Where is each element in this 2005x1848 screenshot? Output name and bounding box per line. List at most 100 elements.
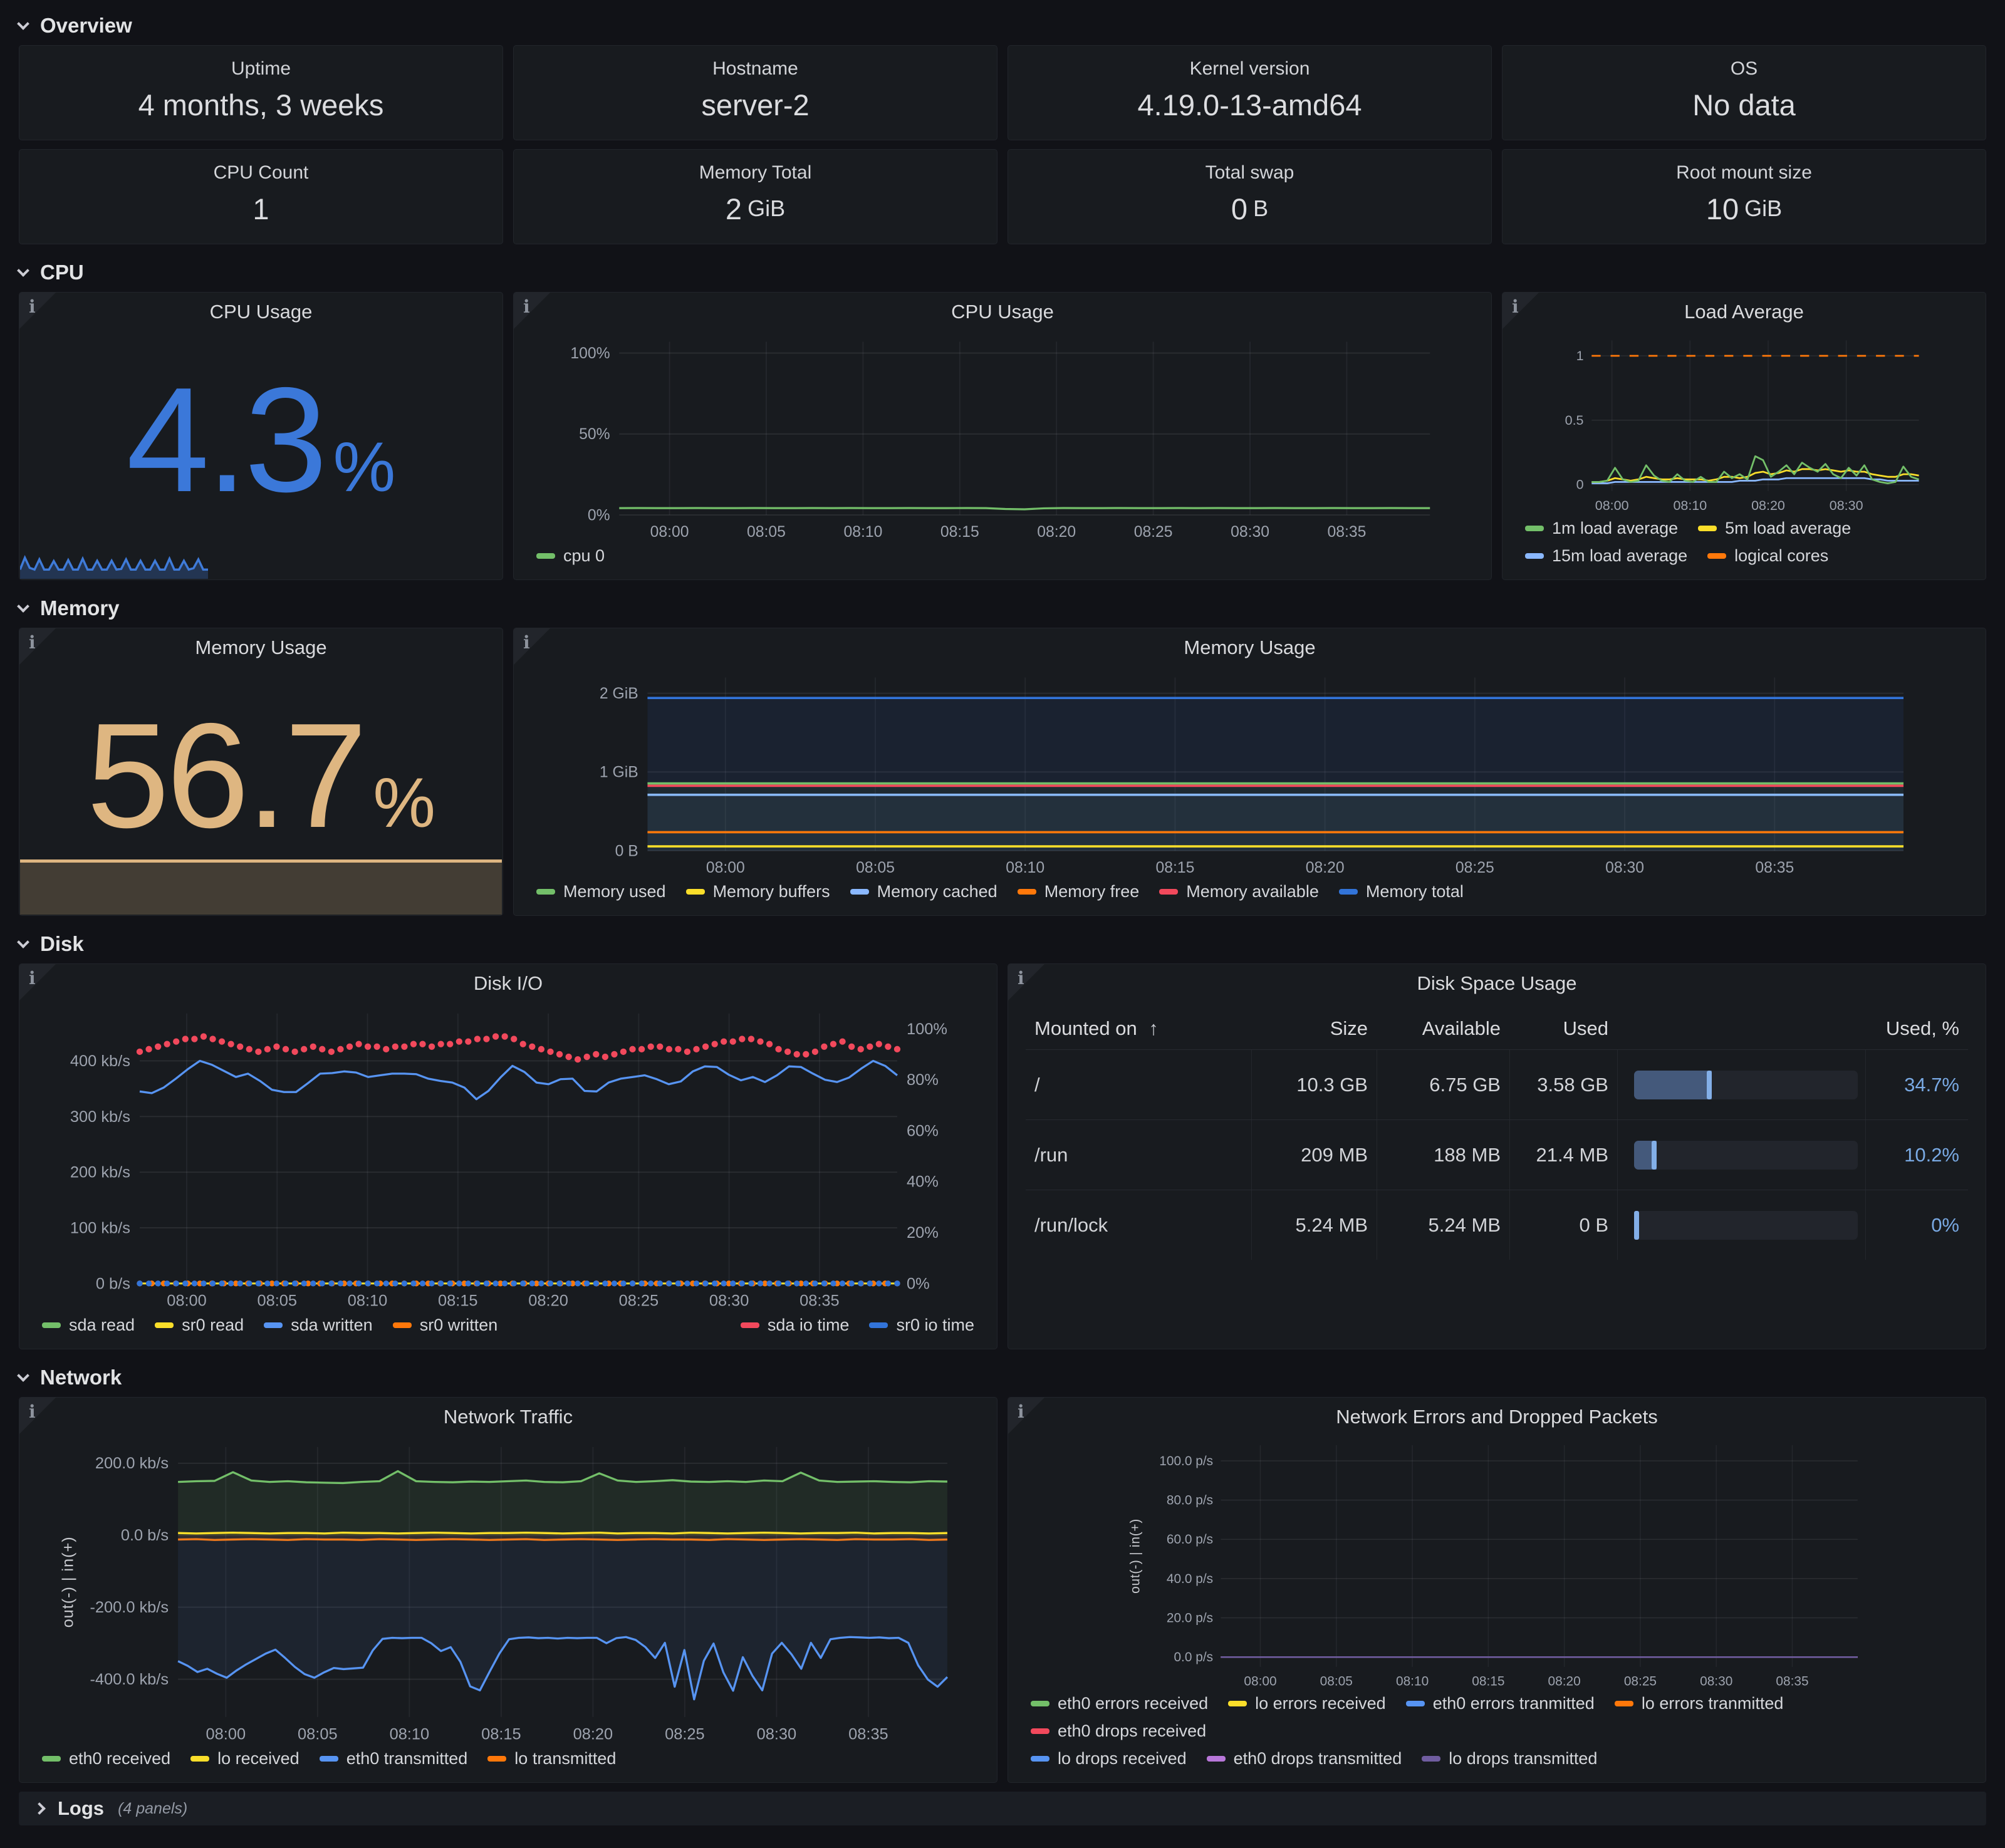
legend-item-eth0-transmitted[interactable]: eth0 transmitted bbox=[320, 1749, 468, 1768]
legend-item-memory-total[interactable]: Memory total bbox=[1339, 882, 1464, 901]
legend-item-sda-written[interactable]: sda written bbox=[264, 1316, 373, 1335]
section-header-network[interactable]: Network bbox=[19, 1358, 1986, 1397]
series-point-sda io time bbox=[474, 1036, 481, 1042]
panel-info-icon[interactable]: i bbox=[19, 1398, 56, 1434]
section-header-memory[interactable]: Memory bbox=[19, 589, 1986, 628]
panel-title[interactable]: CPU Usage bbox=[514, 293, 1491, 331]
panel-info-icon[interactable]: i bbox=[1502, 293, 1539, 329]
network-errors-chart-canvas[interactable]: 08:0008:0508:1008:1508:2008:2508:3008:35… bbox=[1008, 1436, 1986, 1690]
legend-item-eth0-drops-transmitted[interactable]: eth0 drops transmitted bbox=[1207, 1749, 1402, 1768]
panel-info-icon[interactable]: i bbox=[1008, 1398, 1044, 1434]
panel-title[interactable]: CPU Count bbox=[19, 150, 503, 184]
legend-item-eth0-errors-tranmitted[interactable]: eth0 errors tranmitted bbox=[1406, 1694, 1595, 1713]
legend-item-sda-io-time[interactable]: sda io time bbox=[741, 1316, 850, 1335]
panel-network-errors: i Network Errors and Dropped Packets 08:… bbox=[1008, 1397, 1986, 1783]
legend-item-15m-load-average[interactable]: 15m load average bbox=[1525, 546, 1687, 566]
legend-swatch bbox=[1031, 1728, 1049, 1734]
x-axis-tick-label: 08:00 bbox=[650, 524, 689, 541]
legend-item-eth0-drops-received[interactable]: eth0 drops received bbox=[1031, 1721, 1206, 1741]
column-header-mounted-on[interactable]: Mounted on ↑ bbox=[1026, 1017, 1251, 1040]
legend-swatch bbox=[1031, 1701, 1049, 1706]
legend-item-5m-load-average[interactable]: 5m load average bbox=[1698, 519, 1851, 538]
panel-title[interactable]: Disk I/O bbox=[19, 964, 997, 1003]
panel-title[interactable]: Hostname bbox=[514, 46, 997, 80]
panel-title[interactable]: Memory Total bbox=[514, 150, 997, 184]
stat-value: No data bbox=[1502, 80, 1986, 140]
y-axis-tick-label: 50% bbox=[579, 426, 610, 443]
panel-title[interactable]: Kernel version bbox=[1008, 46, 1491, 80]
legend-item-logical-cores[interactable]: logical cores bbox=[1707, 546, 1828, 566]
table-header-row: Mounted on ↑SizeAvailableUsed Used, % bbox=[1026, 1008, 1968, 1049]
panel-info-icon[interactable]: i bbox=[19, 628, 56, 665]
legend-item-memory-buffers[interactable]: Memory buffers bbox=[686, 882, 830, 901]
legend-item-memory-free[interactable]: Memory free bbox=[1018, 882, 1140, 901]
series-point-sr0 io time bbox=[338, 1280, 343, 1286]
legend-item-memory-cached[interactable]: Memory cached bbox=[850, 882, 997, 901]
legend-item-eth0-received[interactable]: eth0 received bbox=[42, 1749, 170, 1768]
panel-info-icon[interactable]: i bbox=[514, 293, 550, 329]
legend-item-sr0-written[interactable]: sr0 written bbox=[393, 1316, 498, 1335]
legend-item-cpu-0[interactable]: cpu 0 bbox=[536, 546, 605, 566]
load-average-chart-canvas[interactable]: 08:0008:1008:2008:3000.51 bbox=[1502, 331, 1986, 515]
panel-info-icon[interactable]: i bbox=[1008, 964, 1044, 1000]
legend-item-sr0-io-time[interactable]: sr0 io time bbox=[869, 1316, 974, 1335]
legend-item-sda-read[interactable]: sda read bbox=[42, 1316, 135, 1335]
legend-item-1m-load-average[interactable]: 1m load average bbox=[1525, 519, 1678, 538]
disk-io-chart-canvas[interactable]: 08:0008:0508:1008:1508:2008:2508:3008:35… bbox=[19, 1003, 997, 1312]
mount-cell: /run/lock bbox=[1026, 1214, 1251, 1237]
panel-info-icon[interactable]: i bbox=[19, 293, 56, 329]
series-point-sda io time bbox=[748, 1036, 754, 1042]
panel-info-icon[interactable]: i bbox=[19, 964, 56, 1000]
available-cell: 6.75 GB bbox=[1377, 1050, 1509, 1119]
panel-title[interactable]: Memory Usage bbox=[514, 628, 1986, 667]
legend-item-lo-drops-received[interactable]: lo drops received bbox=[1031, 1749, 1187, 1768]
legend-item-lo-errors-received[interactable]: lo errors received bbox=[1228, 1694, 1386, 1713]
section-header-cpu[interactable]: CPU bbox=[19, 253, 1986, 292]
column-header-used-pct[interactable]: Used, % bbox=[1865, 1008, 1968, 1049]
series-point-sda io time bbox=[191, 1036, 197, 1042]
legend-item-lo-errors-tranmitted[interactable]: lo errors tranmitted bbox=[1615, 1694, 1784, 1713]
cpu-usage-chart-canvas[interactable]: 08:0008:0508:1008:1508:2008:2508:3008:35… bbox=[514, 331, 1491, 542]
panel-title[interactable]: Disk Space Usage bbox=[1008, 964, 1986, 1003]
column-header-used[interactable]: Used bbox=[1509, 1008, 1617, 1049]
panel-title[interactable]: Uptime bbox=[19, 46, 503, 80]
stat-value-number: No data bbox=[1692, 88, 1796, 122]
series-point-sr0 io time bbox=[566, 1280, 571, 1286]
section-header-logs[interactable]: Logs (4 panels) bbox=[19, 1792, 1986, 1825]
panel-title[interactable]: Memory Usage bbox=[19, 628, 503, 667]
network-traffic-chart-canvas[interactable]: 08:0008:0508:1008:1508:2008:2508:3008:35… bbox=[19, 1436, 997, 1745]
legend-item-memory-available[interactable]: Memory available bbox=[1159, 882, 1319, 901]
panel-title[interactable]: Network Traffic bbox=[19, 1398, 997, 1436]
panel-title[interactable]: Load Average bbox=[1502, 293, 1986, 331]
info-i-glyph: i bbox=[523, 632, 530, 653]
section-header-overview[interactable]: Overview bbox=[19, 6, 1986, 45]
legend-item-lo-drops-transmitted[interactable]: lo drops transmitted bbox=[1422, 1749, 1597, 1768]
panel-info-icon[interactable]: i bbox=[514, 628, 550, 665]
legend-item-lo-received[interactable]: lo received bbox=[190, 1749, 299, 1768]
panel-title[interactable]: CPU Usage bbox=[19, 293, 503, 331]
series-point-sr0 io time bbox=[548, 1280, 553, 1286]
series-point-sda io time bbox=[839, 1038, 845, 1044]
x-axis-tick-label: 08:25 bbox=[1624, 1674, 1657, 1688]
series-point-sda io time bbox=[365, 1044, 371, 1050]
legend-label: lo errors received bbox=[1255, 1694, 1386, 1713]
panel-title[interactable]: OS bbox=[1502, 46, 1986, 80]
y-axis-label: out(-) | in(+) bbox=[1128, 1518, 1143, 1594]
y-axis-tick-label: 100 kb/s bbox=[70, 1219, 130, 1237]
column-header-size[interactable]: Size bbox=[1251, 1008, 1377, 1049]
memory-usage-chart-canvas[interactable]: 08:0008:0508:1008:1508:2008:2508:3008:35… bbox=[514, 667, 1986, 878]
legend-item-lo-transmitted[interactable]: lo transmitted bbox=[487, 1749, 616, 1768]
chart-legend: eth0 received lo received eth0 transmitted… bbox=[19, 1745, 997, 1782]
legend-item-memory-used[interactable]: Memory used bbox=[536, 882, 666, 901]
y-axis-tick-label: 300 kb/s bbox=[70, 1108, 130, 1126]
panel-title[interactable]: Root mount size bbox=[1502, 150, 1986, 184]
column-header-available[interactable]: Available bbox=[1377, 1008, 1509, 1049]
panel-title[interactable]: Network Errors and Dropped Packets bbox=[1008, 1398, 1986, 1436]
panel-title[interactable]: Total swap bbox=[1008, 150, 1491, 184]
section-header-disk[interactable]: Disk bbox=[19, 925, 1986, 963]
series-point-sr0 io time bbox=[402, 1280, 407, 1286]
stat-number: 4.3 bbox=[127, 366, 325, 515]
legend-item-sr0-read[interactable]: sr0 read bbox=[155, 1316, 244, 1335]
legend-item-eth0-errors-received[interactable]: eth0 errors received bbox=[1031, 1694, 1208, 1713]
stat-number: 56.7 bbox=[86, 702, 364, 851]
